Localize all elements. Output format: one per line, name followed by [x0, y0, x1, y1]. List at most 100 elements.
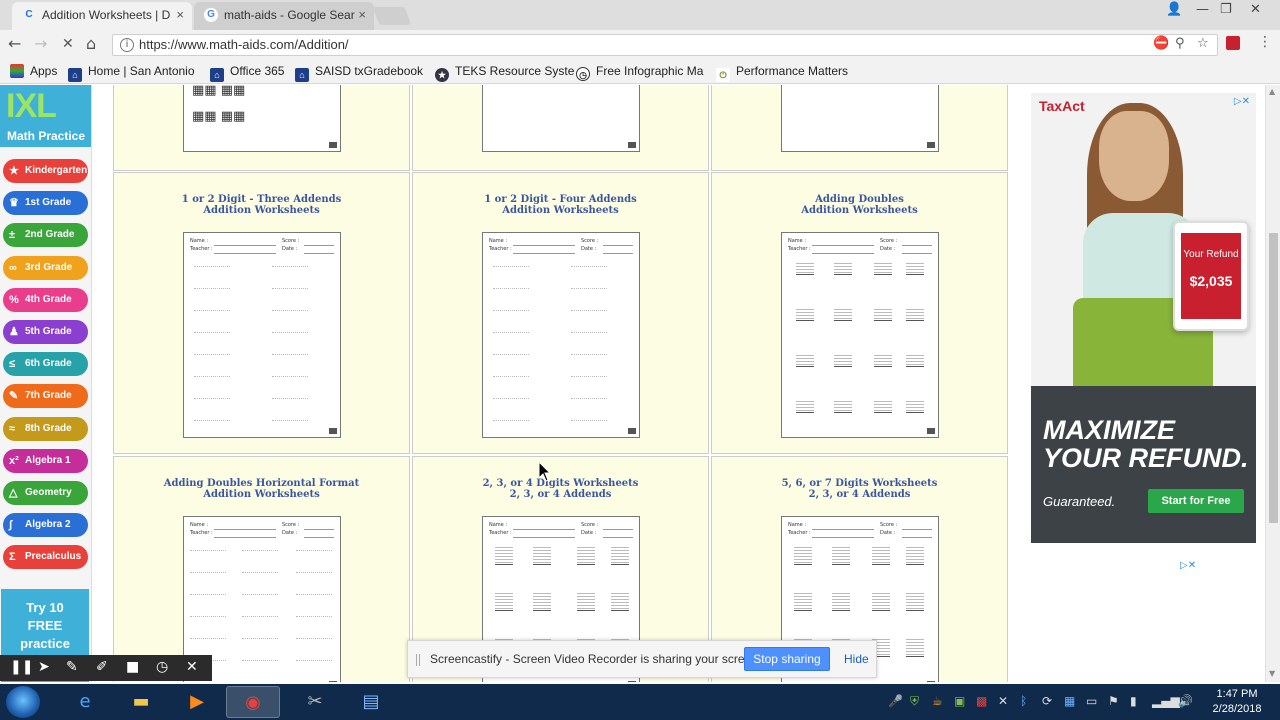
vertical-scrollbar[interactable]: ▲ ▼	[1265, 85, 1280, 682]
ixl-header[interactable]: IXL Math Practice	[0, 85, 91, 147]
worksheet-title[interactable]: 1 or 2 Digit - Four Addends Addition Work…	[413, 194, 708, 216]
worksheet-cell-partial[interactable]	[412, 85, 709, 171]
worksheet-cell[interactable]: 1 or 2 Digit - Four Addends Addition Work…	[412, 172, 709, 454]
scroll-up-icon[interactable]: ▲	[1269, 87, 1275, 96]
worksheet-title[interactable]: 5, 6, or 7 Digits Worksheets 2, 3, or 4 A…	[712, 478, 1007, 500]
grade-button-2nd-grade[interactable]: ±2nd Grade	[3, 223, 88, 248]
back-arrow-icon[interactable]: ←	[8, 34, 21, 53]
scrollbar-thumb[interactable]	[1269, 233, 1278, 523]
camera-icon[interactable]: ■	[126, 659, 139, 675]
bookmark-saisd-txgradebook[interactable]: ⌂ SAISD txGradebook	[295, 64, 423, 82]
close-tab-icon[interactable]: ×	[176, 2, 184, 28]
bookmark-free-infographic[interactable]: ◷ Free Infographic Ma	[576, 64, 703, 81]
pdf-icon[interactable]: ▩	[976, 694, 987, 708]
worksheet-title[interactable]: Adding Doubles Addition Worksheets	[712, 194, 1007, 216]
worksheet-thumbnail[interactable]: Name : Teacher : Score : Date :	[183, 232, 341, 438]
snipping-tool-icon[interactable]: ✂	[288, 686, 342, 718]
menu-icon[interactable]: ⋮	[1258, 34, 1272, 50]
grade-button-algebra-1[interactable]: x² Algebra 1	[3, 448, 88, 473]
minimize-icon[interactable]: —	[1196, 2, 1209, 17]
zoom-icon[interactable]: ⚲	[1175, 36, 1185, 51]
app-tray-icon[interactable]: ▣	[954, 694, 965, 708]
grade-button-7th-grade[interactable]: ✎ 7th Grade	[3, 384, 88, 409]
worksheet-cell[interactable]: Adding Doubles Addition Worksheets Name :T…	[711, 172, 1008, 454]
new-tab-button[interactable]	[372, 7, 412, 25]
security-shield-icon[interactable]: ⛨	[910, 694, 919, 709]
bookmark-home-san-antonio[interactable]: ⌂ Home | San Antonio	[68, 64, 195, 82]
blocked-popup-icon[interactable]: ⛔	[1153, 36, 1169, 51]
grade-button-5th-grade[interactable]: ♟ 5th Grade	[3, 320, 88, 344]
volume-icon[interactable]: 🔊	[1178, 694, 1193, 708]
bookmark-apps[interactable]: Apps	[10, 64, 57, 78]
close-tray-icon[interactable]: ✕	[998, 694, 1008, 708]
grade-button-algebra-2[interactable]: ∫ Algebra 2	[3, 513, 88, 538]
signal-icon[interactable]: ▂▄▆	[1152, 694, 1180, 708]
profile-icon[interactable]: 👤	[1166, 2, 1182, 17]
worksheet-cell[interactable]: Adding Doubles Horizontal Format Addition…	[113, 456, 410, 682]
tab-google-search[interactable]: G math-aids - Google Sear ×	[194, 2, 374, 30]
microphone-icon[interactable]: 🎤	[888, 694, 903, 708]
address-bar[interactable]: i https://www.math-aids.com/Addition/ ⛔ …	[112, 34, 1218, 56]
network-app-icon[interactable]: ▤	[344, 686, 398, 718]
highlighter-icon[interactable]: ✐	[96, 659, 108, 675]
worksheet-cell-partial[interactable]: ▦▦ ▦▦ ▦▦ ▦▦	[113, 85, 410, 171]
taxact-ad[interactable]: Your Refund $2,035 TaxAct ▷✕ MAXIMIZE YO…	[1031, 93, 1256, 543]
bookmark-teks-resource[interactable]: ★ TEKS Resource Syste	[435, 64, 574, 82]
adchoices-icon[interactable]: ▷✕	[1180, 560, 1196, 571]
forward-arrow-icon[interactable]: →	[34, 34, 47, 53]
bookmark-star-icon[interactable]: ☆	[1197, 36, 1209, 51]
system-clock[interactable]: 1:47 PM 2/28/2018	[1200, 687, 1274, 717]
timer-icon[interactable]: ◷	[156, 659, 168, 675]
adchoices-icon[interactable]: ▷✕	[1234, 96, 1250, 107]
flag-icon[interactable]: ⚑	[1108, 694, 1119, 708]
battery-icon[interactable]: ▮	[1130, 694, 1137, 708]
start-for-free-button[interactable]: Start for Free	[1148, 489, 1244, 513]
grade-button-precalculus[interactable]: Σ Precalculus	[3, 545, 88, 570]
tab-addition-worksheets[interactable]: C Addition Worksheets | D ×	[12, 2, 192, 30]
pointer-icon[interactable]: ➤	[38, 659, 50, 675]
display-icon[interactable]: ▭	[1086, 694, 1097, 708]
home-icon[interactable]: ⌂	[86, 34, 96, 53]
bookmark-performance-matters[interactable]: ⏻ Performance Matters	[716, 64, 848, 82]
grade-button-6th-grade[interactable]: ≤6th Grade	[3, 352, 88, 377]
grade-button-3rd-grade[interactable]: ∞ 3rd Grade	[3, 255, 88, 280]
sync-icon[interactable]: ⟳	[1042, 694, 1052, 708]
internet-explorer-icon[interactable]: e	[58, 686, 112, 718]
network-icon[interactable]: ▦	[1064, 694, 1075, 708]
pause-icon[interactable]: ❚❚	[10, 659, 33, 675]
worksheet-thumbnail[interactable]	[781, 85, 939, 152]
hide-link[interactable]: Hide	[844, 652, 869, 666]
worksheet-title[interactable]: 1 or 2 Digit - Three Addends Addition Wor…	[114, 194, 409, 216]
worksheet-thumbnail[interactable]: Name : Teacher : Score : Date :	[781, 232, 939, 438]
grade-button-geometry[interactable]: △ Geometry	[3, 481, 88, 505]
grade-button-kindergarten[interactable]: ★ Kindergarten	[3, 159, 88, 183]
windows-start-icon[interactable]	[6, 686, 40, 718]
site-info-icon[interactable]: i	[120, 38, 134, 52]
java-icon[interactable]: ☕	[932, 694, 943, 708]
close-tab-icon[interactable]: ×	[358, 2, 366, 28]
stop-loading-icon[interactable]: ✕	[62, 36, 74, 52]
grade-button-4th-grade[interactable]: % 4th Grade	[3, 287, 88, 312]
scroll-down-icon[interactable]: ▼	[1269, 669, 1275, 678]
url-text[interactable]: https://www.math-aids.com/Addition/	[139, 37, 349, 52]
file-explorer-icon[interactable]: ▬	[114, 686, 168, 718]
stop-sharing-button[interactable]: Stop sharing	[744, 647, 830, 671]
extension-icon[interactable]	[1226, 36, 1240, 50]
bluetooth-icon[interactable]: ᛒ	[1020, 694, 1027, 708]
worksheet-cell-partial[interactable]	[711, 85, 1008, 171]
media-player-icon[interactable]: ▶	[170, 686, 224, 718]
worksheet-title[interactable]: 2, 3, or 4 Digits Worksheets 2, 3, or 4 A…	[413, 478, 708, 500]
worksheet-thumbnail[interactable]	[482, 85, 640, 152]
close-window-icon[interactable]: ✕	[1250, 2, 1261, 17]
close-icon[interactable]: ✕	[186, 659, 198, 675]
pen-icon[interactable]: ✎	[66, 659, 78, 675]
bookmark-office-365[interactable]: ⌂ Office 365	[210, 64, 284, 82]
worksheet-title[interactable]: Adding Doubles Horizontal Format Addition…	[114, 478, 409, 500]
grade-button-1st-grade[interactable]: ♛ 1st Grade	[3, 191, 88, 216]
chrome-icon[interactable]: ◉	[226, 686, 280, 718]
worksheet-cell[interactable]: 1 or 2 Digit - Three Addends Addition Wor…	[113, 172, 410, 454]
worksheet-thumbnail[interactable]: ▦▦ ▦▦ ▦▦ ▦▦	[183, 85, 341, 152]
grade-button-8th-grade[interactable]: ≈8th Grade	[3, 416, 88, 441]
restore-icon[interactable]: ❐	[1220, 2, 1232, 17]
worksheet-thumbnail[interactable]: Name : Teacher : Score : Date :	[482, 232, 640, 438]
